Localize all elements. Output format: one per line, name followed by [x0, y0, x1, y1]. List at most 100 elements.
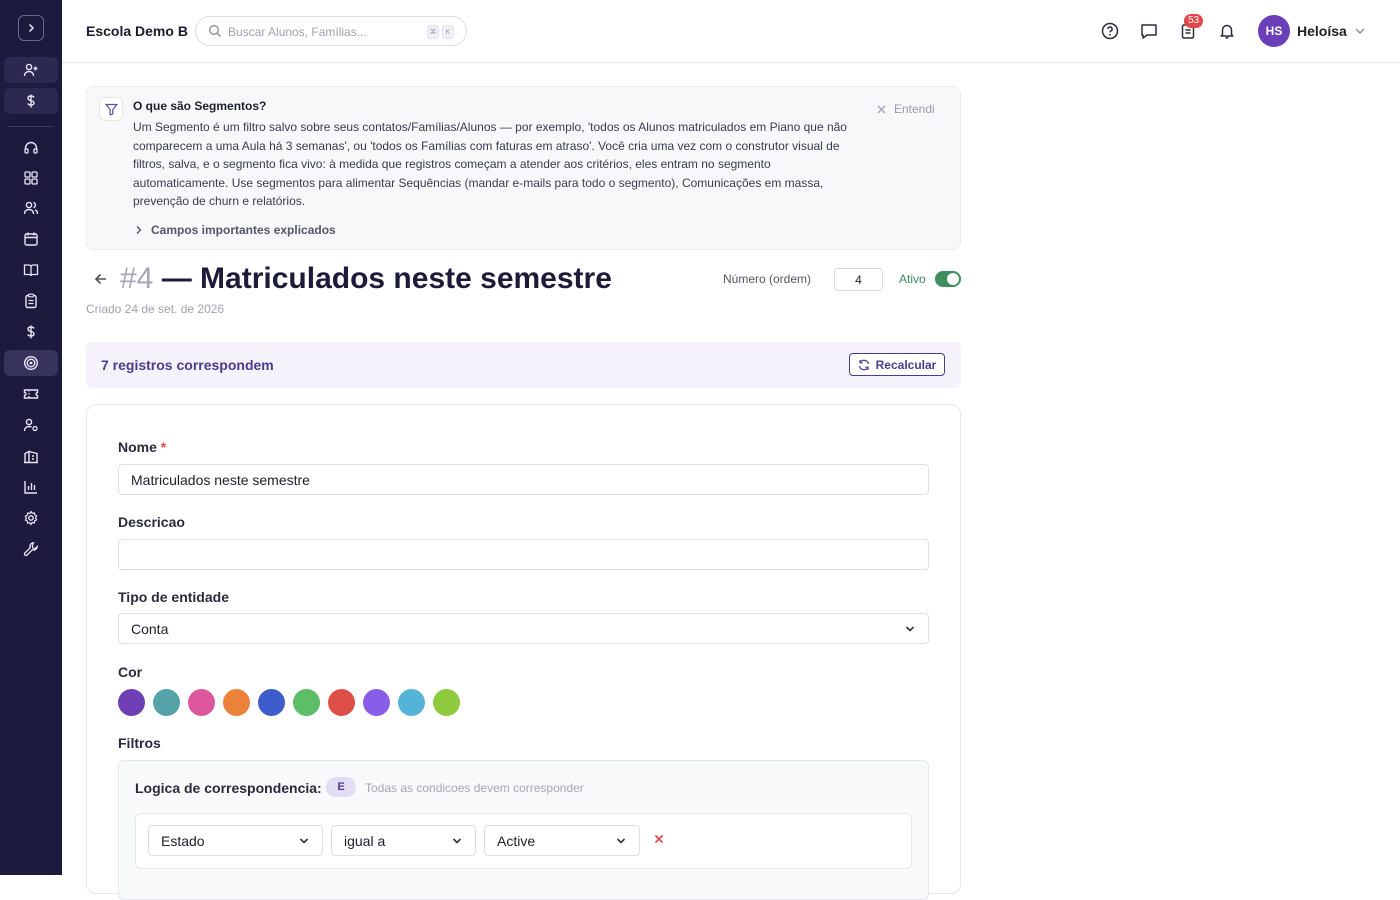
chevron-down-icon [616, 838, 626, 844]
entity-type-value: Conta [131, 620, 169, 637]
notifications-button[interactable] [1217, 21, 1237, 41]
help-icon [1101, 22, 1119, 40]
help-button[interactable] [1100, 21, 1120, 41]
chat-icon [1141, 24, 1157, 39]
top-bar: Escola Demo B ⌘ K [62, 0, 1400, 63]
color-swatch[interactable] [293, 689, 320, 716]
sidebar-item-courses[interactable] [4, 257, 58, 283]
avatar[interactable]: HS [1258, 15, 1290, 47]
logic-label: Logica de correspondencia: [135, 780, 322, 796]
sidebar-item-staff[interactable] [4, 412, 58, 438]
book-icon [23, 264, 39, 277]
sidebar-item-reports[interactable] [4, 474, 58, 500]
search-box[interactable]: ⌘ K [195, 16, 467, 46]
sidebar-item-billing[interactable] [4, 319, 58, 345]
bell-icon [1220, 24, 1234, 39]
target-icon [23, 355, 39, 371]
recalculate-button[interactable]: Recalcular [849, 353, 945, 376]
logic-hint: Todas as condicoes devem corresponder [365, 781, 584, 795]
condition-field-select[interactable]: Estado [148, 825, 323, 856]
condition-operator-select[interactable]: igual a [331, 825, 476, 856]
filters-panel: Logica de correspondencia: E Todas as co… [118, 760, 929, 900]
color-swatch[interactable] [363, 689, 390, 716]
add-user-icon [23, 63, 38, 77]
condition-operator-value: igual a [344, 832, 386, 849]
back-arrow-icon[interactable] [92, 270, 110, 288]
remove-condition-icon[interactable] [653, 833, 665, 845]
user-name[interactable]: Heloísa [1297, 23, 1347, 39]
color-swatch[interactable] [118, 689, 145, 716]
color-swatch[interactable] [258, 689, 285, 716]
condition-value-select[interactable]: Active [484, 825, 640, 856]
segment-form: Nome * Matriculados neste semestre Descr… [86, 404, 961, 900]
description-input[interactable] [118, 539, 929, 570]
sidebar-item-calendar[interactable] [4, 226, 58, 252]
sidebar-item-segments[interactable] [4, 350, 58, 376]
dismiss-info-button[interactable]: Entendi [877, 102, 935, 116]
bar-chart-icon [24, 481, 37, 494]
sidebar-toggle-button[interactable] [18, 15, 44, 41]
messages-button[interactable] [1139, 21, 1159, 41]
tasks-count-badge: 53 [1184, 14, 1204, 28]
search-input[interactable] [228, 23, 418, 41]
color-swatch[interactable] [433, 689, 460, 716]
color-swatch[interactable] [153, 689, 180, 716]
required-mark: * [160, 439, 167, 455]
important-fields-label: Campos importantes explicados [151, 223, 336, 237]
sidebar-item-tasks[interactable] [4, 288, 58, 314]
sidebar-item-people[interactable] [4, 195, 58, 221]
shortcut-key-k: K [442, 25, 454, 39]
created-date: Criado 24 de set. de 2026 [86, 302, 225, 316]
dollar-icon [27, 94, 35, 108]
page-title: #4 — Matriculados neste semestre [120, 262, 612, 296]
sidebar-item-support[interactable] [4, 135, 58, 161]
name-label: Nome * [118, 439, 166, 455]
dismiss-label: Entendi [894, 102, 935, 116]
order-input[interactable] [834, 268, 883, 291]
segment-number: #4 [120, 262, 154, 295]
order-label: Número (ordem) [723, 272, 812, 286]
description-label: Descricao [118, 514, 185, 530]
shortcut-key-cmd: ⌘ [427, 25, 439, 39]
chevron-right-icon [28, 23, 35, 33]
calendar-icon [24, 232, 38, 246]
sidebar-item-finance[interactable] [4, 88, 58, 114]
school-name: Escola Demo B [86, 23, 188, 39]
segments-info-panel: O que são Segmentos? Um Segmento é um fi… [86, 86, 961, 250]
sidebar-divider [8, 126, 54, 127]
wrench-icon [23, 542, 38, 557]
color-swatch[interactable] [398, 689, 425, 716]
search-icon [209, 25, 221, 37]
dollar-icon [27, 325, 35, 339]
condition-field-value: Estado [161, 832, 205, 849]
entity-type-select[interactable]: Conta [118, 613, 929, 644]
recalculate-label: Recalcular [875, 357, 937, 372]
sidebar-item-dashboard[interactable] [4, 165, 58, 191]
color-swatch[interactable] [223, 689, 250, 716]
user-settings-icon [23, 418, 38, 432]
important-fields-toggle[interactable]: Campos importantes explicados [135, 223, 336, 237]
active-label: Ativo [899, 272, 926, 286]
sidebar-item-tools[interactable] [4, 536, 58, 562]
sidebar-item-add-user[interactable] [4, 57, 58, 83]
name-input[interactable]: Matriculados neste semestre [118, 464, 929, 495]
color-swatch[interactable] [328, 689, 355, 716]
color-swatch[interactable] [188, 689, 215, 716]
refresh-icon [858, 359, 869, 370]
info-body: Um Segmento é um filtro salvo sobre seus… [133, 120, 847, 209]
sidebar-item-school[interactable] [4, 443, 58, 469]
sidebar-item-events[interactable] [4, 381, 58, 407]
info-title: O que são Segmentos? [133, 99, 267, 113]
close-icon [877, 105, 886, 113]
chevron-right-icon [136, 226, 142, 234]
chevron-down-icon [299, 838, 309, 844]
sidebar-item-settings[interactable] [4, 505, 58, 531]
logic-operator-badge[interactable]: E [326, 777, 356, 797]
chevron-down-icon[interactable] [1353, 24, 1367, 38]
matches-bar: 7 registros correspondem Recalcular [86, 342, 961, 388]
filters-label: Filtros [118, 735, 161, 751]
active-toggle[interactable] [935, 271, 961, 287]
segment-title: — Matriculados neste semestre [161, 262, 612, 295]
matches-count: 7 registros correspondem [101, 357, 274, 373]
filter-icon [99, 97, 123, 121]
